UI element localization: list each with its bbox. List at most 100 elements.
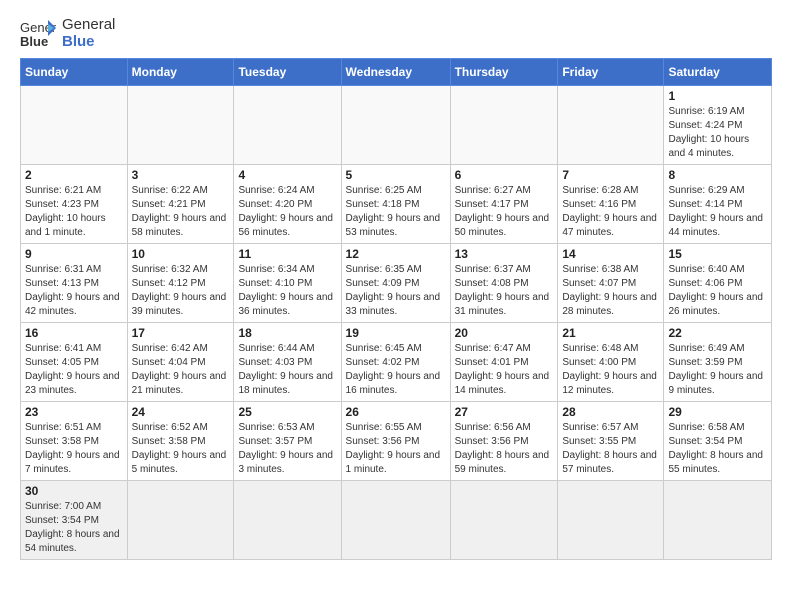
calendar-cell: 24 Sunrise: 6:52 AM Sunset: 3:58 PM Dayli…	[127, 402, 234, 481]
calendar-cell	[664, 481, 772, 560]
calendar-cell	[558, 86, 664, 165]
calendar-cell: 15 Sunrise: 6:40 AM Sunset: 4:06 PM Dayli…	[664, 244, 772, 323]
weekday-header-row: SundayMondayTuesdayWednesdayThursdayFrid…	[21, 59, 772, 86]
day-info: Sunrise: 6:38 AM Sunset: 4:07 PM Dayligh…	[562, 263, 659, 319]
calendar-cell: 3 Sunrise: 6:22 AM Sunset: 4:21 PM Daylig…	[127, 165, 234, 244]
calendar-cell: 25 Sunrise: 6:53 AM Sunset: 3:57 PM Dayli…	[234, 402, 341, 481]
calendar-cell: 30 Sunrise: 7:00 AM Sunset: 3:54 PM Dayli…	[21, 481, 128, 560]
calendar-cell: 16 Sunrise: 6:41 AM Sunset: 4:05 PM Dayli…	[21, 323, 128, 402]
day-number: 25	[238, 405, 336, 419]
weekday-header-thursday: Thursday	[450, 59, 558, 86]
day-number: 6	[455, 168, 554, 182]
weekday-header-saturday: Saturday	[664, 59, 772, 86]
calendar-cell: 17 Sunrise: 6:42 AM Sunset: 4:04 PM Dayli…	[127, 323, 234, 402]
day-info: Sunrise: 6:51 AM Sunset: 3:58 PM Dayligh…	[25, 421, 123, 477]
calendar-cell: 12 Sunrise: 6:35 AM Sunset: 4:09 PM Dayli…	[341, 244, 450, 323]
calendar-cell: 8Sunrise: 6:29 AM Sunset: 4:14 PM Daylig…	[664, 165, 772, 244]
day-info: Sunrise: 6:21 AM Sunset: 4:23 PM Dayligh…	[25, 184, 123, 240]
day-info: Sunrise: 6:42 AM Sunset: 4:04 PM Dayligh…	[132, 342, 230, 398]
calendar-cell: 9Sunrise: 6:31 AM Sunset: 4:13 PM Daylig…	[21, 244, 128, 323]
weekday-header-wednesday: Wednesday	[341, 59, 450, 86]
day-info: Sunrise: 6:25 AM Sunset: 4:18 PM Dayligh…	[346, 184, 446, 240]
day-number: 14	[562, 247, 659, 261]
day-number: 1	[668, 89, 767, 103]
calendar-cell	[341, 86, 450, 165]
calendar-cell	[127, 481, 234, 560]
svg-text:Blue: Blue	[20, 34, 48, 48]
day-info: Sunrise: 7:00 AM Sunset: 3:54 PM Dayligh…	[25, 500, 123, 556]
day-number: 2	[25, 168, 123, 182]
day-number: 23	[25, 405, 123, 419]
day-info: Sunrise: 6:22 AM Sunset: 4:21 PM Dayligh…	[132, 184, 230, 240]
calendar-cell: 11Sunrise: 6:34 AM Sunset: 4:10 PM Dayli…	[234, 244, 341, 323]
calendar-cell: 6 Sunrise: 6:27 AM Sunset: 4:17 PM Daylig…	[450, 165, 558, 244]
calendar-cell: 20 Sunrise: 6:47 AM Sunset: 4:01 PM Dayli…	[450, 323, 558, 402]
calendar-cell: 14 Sunrise: 6:38 AM Sunset: 4:07 PM Dayli…	[558, 244, 664, 323]
day-number: 16	[25, 326, 123, 340]
week-row-5: 23 Sunrise: 6:51 AM Sunset: 3:58 PM Dayli…	[21, 402, 772, 481]
calendar-cell: 7Sunrise: 6:28 AM Sunset: 4:16 PM Daylig…	[558, 165, 664, 244]
day-info: Sunrise: 6:47 AM Sunset: 4:01 PM Dayligh…	[455, 342, 554, 398]
calendar-cell: 29 Sunrise: 6:58 AM Sunset: 3:54 PM Dayli…	[664, 402, 772, 481]
calendar-cell: 27 Sunrise: 6:56 AM Sunset: 3:56 PM Dayli…	[450, 402, 558, 481]
logo-blue: Blue	[62, 33, 115, 50]
calendar-cell: 2 Sunrise: 6:21 AM Sunset: 4:23 PM Daylig…	[21, 165, 128, 244]
day-info: Sunrise: 6:52 AM Sunset: 3:58 PM Dayligh…	[132, 421, 230, 477]
generalblue-logo-icon: General Blue	[20, 18, 56, 48]
day-number: 24	[132, 405, 230, 419]
week-row-1: 1Sunrise: 6:19 AM Sunset: 4:24 PM Daylig…	[21, 86, 772, 165]
day-info: Sunrise: 6:44 AM Sunset: 4:03 PM Dayligh…	[238, 342, 336, 398]
logo-general: General	[62, 16, 115, 33]
day-info: Sunrise: 6:34 AM Sunset: 4:10 PM Dayligh…	[238, 263, 336, 319]
header: General Blue General Blue	[20, 16, 772, 50]
week-row-2: 2 Sunrise: 6:21 AM Sunset: 4:23 PM Daylig…	[21, 165, 772, 244]
day-number: 26	[346, 405, 446, 419]
weekday-header-friday: Friday	[558, 59, 664, 86]
weekday-header-monday: Monday	[127, 59, 234, 86]
day-number: 12	[346, 247, 446, 261]
calendar-cell: 19Sunrise: 6:45 AM Sunset: 4:02 PM Dayli…	[341, 323, 450, 402]
day-number: 17	[132, 326, 230, 340]
day-number: 3	[132, 168, 230, 182]
day-info: Sunrise: 6:28 AM Sunset: 4:16 PM Dayligh…	[562, 184, 659, 240]
day-info: Sunrise: 6:27 AM Sunset: 4:17 PM Dayligh…	[455, 184, 554, 240]
day-info: Sunrise: 6:24 AM Sunset: 4:20 PM Dayligh…	[238, 184, 336, 240]
day-info: Sunrise: 6:29 AM Sunset: 4:14 PM Dayligh…	[668, 184, 767, 240]
calendar-cell: 23 Sunrise: 6:51 AM Sunset: 3:58 PM Dayli…	[21, 402, 128, 481]
day-info: Sunrise: 6:48 AM Sunset: 4:00 PM Dayligh…	[562, 342, 659, 398]
day-number: 20	[455, 326, 554, 340]
calendar-cell	[450, 481, 558, 560]
weekday-header-sunday: Sunday	[21, 59, 128, 86]
week-row-4: 16 Sunrise: 6:41 AM Sunset: 4:05 PM Dayli…	[21, 323, 772, 402]
day-info: Sunrise: 6:58 AM Sunset: 3:54 PM Dayligh…	[668, 421, 767, 477]
day-info: Sunrise: 6:57 AM Sunset: 3:55 PM Dayligh…	[562, 421, 659, 477]
calendar-cell	[450, 86, 558, 165]
day-number: 29	[668, 405, 767, 419]
calendar-cell: 1Sunrise: 6:19 AM Sunset: 4:24 PM Daylig…	[664, 86, 772, 165]
day-number: 28	[562, 405, 659, 419]
calendar-cell: 18Sunrise: 6:44 AM Sunset: 4:03 PM Dayli…	[234, 323, 341, 402]
day-number: 30	[25, 484, 123, 498]
day-info: Sunrise: 6:35 AM Sunset: 4:09 PM Dayligh…	[346, 263, 446, 319]
calendar-cell	[127, 86, 234, 165]
week-row-3: 9Sunrise: 6:31 AM Sunset: 4:13 PM Daylig…	[21, 244, 772, 323]
day-info: Sunrise: 6:56 AM Sunset: 3:56 PM Dayligh…	[455, 421, 554, 477]
calendar-cell	[341, 481, 450, 560]
calendar-cell	[21, 86, 128, 165]
day-number: 15	[668, 247, 767, 261]
day-info: Sunrise: 6:40 AM Sunset: 4:06 PM Dayligh…	[668, 263, 767, 319]
day-info: Sunrise: 6:53 AM Sunset: 3:57 PM Dayligh…	[238, 421, 336, 477]
day-number: 22	[668, 326, 767, 340]
calendar-table: SundayMondayTuesdayWednesdayThursdayFrid…	[20, 58, 772, 560]
calendar-cell: 5 Sunrise: 6:25 AM Sunset: 4:18 PM Daylig…	[341, 165, 450, 244]
day-number: 21	[562, 326, 659, 340]
calendar-cell: 26Sunrise: 6:55 AM Sunset: 3:56 PM Dayli…	[341, 402, 450, 481]
day-number: 5	[346, 168, 446, 182]
day-number: 4	[238, 168, 336, 182]
day-info: Sunrise: 6:41 AM Sunset: 4:05 PM Dayligh…	[25, 342, 123, 398]
day-number: 27	[455, 405, 554, 419]
calendar-cell: 22Sunrise: 6:49 AM Sunset: 3:59 PM Dayli…	[664, 323, 772, 402]
calendar-cell	[558, 481, 664, 560]
calendar-cell: 28 Sunrise: 6:57 AM Sunset: 3:55 PM Dayli…	[558, 402, 664, 481]
calendar-cell: 4 Sunrise: 6:24 AM Sunset: 4:20 PM Daylig…	[234, 165, 341, 244]
